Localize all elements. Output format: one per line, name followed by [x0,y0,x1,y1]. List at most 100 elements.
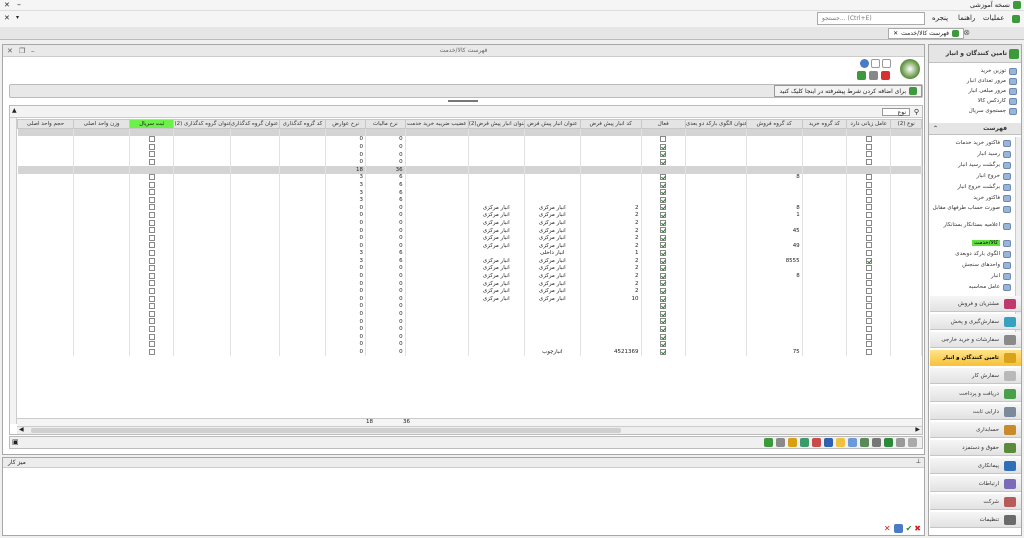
list-item[interactable]: کالا/خدمت [932,239,1012,248]
checkbox[interactable] [148,136,155,143]
checkbox[interactable] [148,204,155,211]
checkbox[interactable] [148,219,155,226]
table-row[interactable]: 00 [17,318,922,326]
nav-item[interactable]: مرور تعدادی انبار [932,77,1018,86]
list-item[interactable]: برگشت رسید انبار [932,161,1012,170]
advanced-filter-bar[interactable]: برای اضافه کردن شرط پیشرفته در اینجا کلی… [9,84,923,98]
checkbox[interactable] [865,341,872,348]
checkbox[interactable] [865,196,872,203]
checkbox[interactable] [660,174,667,181]
checkbox[interactable] [148,250,155,257]
checkbox[interactable] [148,227,155,234]
table-row[interactable]: 00 [17,143,922,152]
list-item[interactable]: فاکتور خرید خدمات [932,139,1012,148]
list-item[interactable]: اعلامیه بستانکار بستانکار [932,222,1012,238]
checkbox[interactable] [660,310,667,317]
table-row[interactable]: 0 0 انبارچوب 4521369 75 [17,348,922,357]
table-row[interactable]: 00 [17,151,922,159]
checkbox[interactable] [148,333,155,340]
checkbox[interactable] [865,227,872,234]
list-item[interactable]: الگوی بارکد دوبعدی [932,250,1012,259]
column-header[interactable]: کد گروه کدگذاری [278,119,327,129]
table-row[interactable]: 36 [17,181,922,190]
checkbox[interactable] [660,219,667,226]
list-item[interactable]: رسید انبار [932,150,1012,159]
checkbox[interactable] [148,212,155,219]
column-header[interactable]: کد انبار پیش فرض [579,119,642,129]
checkbox[interactable] [660,303,667,310]
search-input[interactable]: جستجو... (Ctrl+E) [817,12,925,25]
checkbox[interactable] [660,288,667,295]
tab-close-circle-icon[interactable]: ⊗ [963,28,970,37]
column-chooser-icon[interactable] [824,438,833,447]
minimize-icon[interactable]: – [17,0,21,9]
calendar-icon[interactable] [893,524,903,533]
tree-icon[interactable] [860,438,869,447]
nav-item[interactable]: کاردکس کالا [932,97,1018,106]
nav-item[interactable]: جستجوی سریال [932,107,1018,116]
module-button[interactable]: تامین کنندگان و انبار [930,350,1021,366]
table-row[interactable]: 0 0 انبار مرکزی انبار مرکزی 2 [17,219,922,228]
checkbox[interactable] [148,181,155,188]
table-row[interactable]: 36 [17,189,922,197]
column-header[interactable]: حجم واحد اصلی [16,119,75,129]
checkbox[interactable] [865,333,872,340]
checkbox[interactable] [865,348,872,355]
search-icon[interactable]: ⚲ [914,108,919,116]
module-button[interactable]: دارایی ثابت [930,404,1021,420]
checkbox[interactable] [865,234,872,241]
grid-menu-icon[interactable]: ▣ [12,438,19,446]
type-select[interactable]: نوع [882,108,910,116]
vertical-scrollbar[interactable] [10,118,17,424]
help-icon[interactable] [882,59,891,68]
table-row[interactable]: 3 6 انبار مرکزی انبار مرکزی 2 8555 [17,257,922,266]
checkbox[interactable] [865,310,872,317]
list-section-header[interactable]: فهرست ⌃ [929,123,1021,135]
close-icon[interactable]: ✕ [7,45,13,57]
column-header[interactable]: عضیب ضریبه خرید خدمت [404,119,469,129]
checkbox[interactable] [865,325,872,332]
close-icon[interactable]: ✕ [4,1,10,9]
checkbox[interactable] [660,196,667,203]
checkbox[interactable] [865,174,872,181]
module-button[interactable]: مشتریان و فروش [930,296,1021,312]
column-header[interactable]: نوع (2) [890,119,922,129]
checkbox[interactable] [148,325,155,332]
checkbox[interactable] [865,250,872,257]
checkbox[interactable] [660,295,667,302]
filter-funnel-icon[interactable] [788,438,797,447]
checkbox[interactable] [660,333,667,340]
table-row[interactable]: 0 0 انبار مرکزی انبار مرکزی 2 [17,280,922,288]
table-row[interactable]: 36 8 [17,174,922,182]
checkbox[interactable] [660,280,667,287]
table-row[interactable]: 00 [17,136,922,144]
table-row[interactable]: 0 0 انبار مرکزی انبار مرکزی 10 [17,295,922,304]
column-header[interactable]: عنوان الگوی بارکد دو بعدی [684,119,747,129]
checkbox[interactable] [148,151,155,158]
table-row[interactable]: 0 0 انبار مرکزی انبار مرکزی 2 [17,234,922,243]
minimize-icon[interactable]: – [31,45,35,57]
checkbox[interactable] [660,318,667,325]
checkbox[interactable] [865,265,872,272]
checkbox[interactable] [865,318,872,325]
column-header[interactable]: ثبت سریال [129,119,175,129]
list-item[interactable]: صورت حساب طرفهای مقابل [932,205,1012,221]
nav-item[interactable]: توزین خرید [932,67,1018,76]
checkbox[interactable] [865,189,872,196]
checkbox[interactable] [148,143,155,150]
menu-item-operations[interactable]: عملیات [983,14,1004,22]
close-icon[interactable]: ✕ [884,524,891,533]
menu-item-help[interactable]: راهنما [958,14,975,22]
restore-icon[interactable]: ❐ [19,45,25,57]
checkbox[interactable] [660,272,667,279]
checkbox[interactable] [660,204,667,211]
collapse-icon[interactable]: ⌃ [933,123,938,135]
tab-close-icon[interactable]: ✕ [893,30,898,37]
checkbox[interactable] [148,196,155,203]
checkbox[interactable] [660,325,667,332]
table-row[interactable]: 00 [17,341,922,349]
horizontal-scrollbar[interactable]: ◀ ▶ [17,426,922,434]
advanced-filter-button[interactable]: برای اضافه کردن شرط پیشرفته در اینجا کلی… [774,85,922,97]
checkbox[interactable] [148,280,155,287]
table-row[interactable]: 0 0 انبار مرکزی انبار مرکزی 2 8 [17,272,922,281]
